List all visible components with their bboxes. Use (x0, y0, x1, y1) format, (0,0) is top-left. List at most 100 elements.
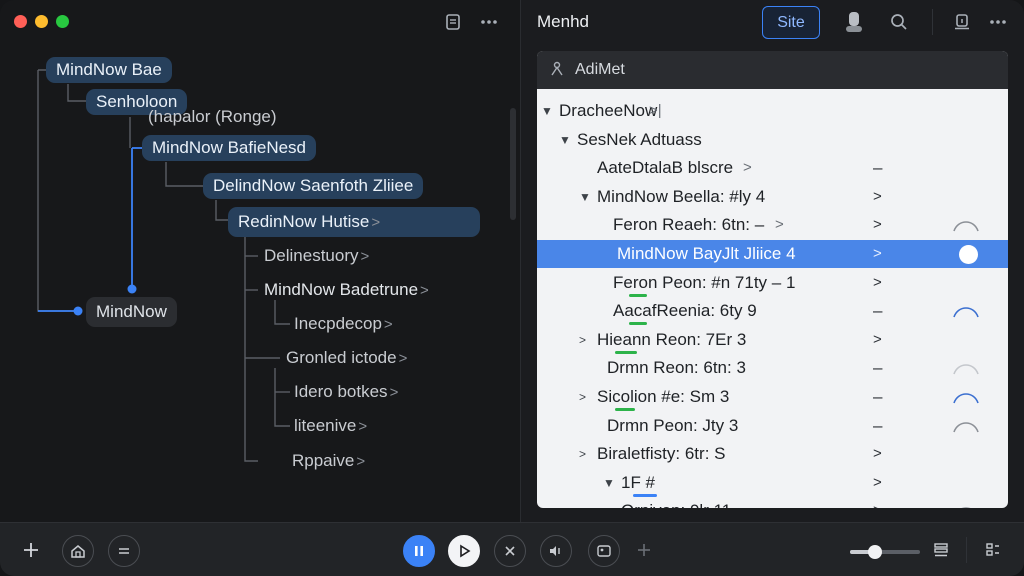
outline-panel: AdiMet ▼ DracheeNow >| ▼ SesNek Adtuass AateD… (537, 51, 1008, 508)
home-icon[interactable] (62, 535, 94, 567)
tree-node[interactable]: DelindNow Saenfoth Zliiee (203, 173, 424, 199)
tree-node[interactable]: Idero botkes > (290, 379, 402, 405)
volume-icon[interactable] (540, 535, 572, 567)
outline-row-label: DracheeNow (559, 101, 658, 120)
disclosure-right-icon[interactable]: > (579, 326, 586, 354)
outline-row[interactable]: ▼ SesNek Adtuass (537, 126, 1008, 154)
zoom-slider[interactable] (850, 545, 920, 559)
tree-node-note: (hapalor (Ronge) (148, 107, 277, 126)
disclosure-down-icon[interactable]: ▼ (579, 183, 591, 211)
grid-icon[interactable] (978, 535, 1008, 565)
outline-row[interactable]: > Hieann Reon: 7Er 3 > (537, 326, 1008, 354)
tree-node-selected[interactable]: RedinNow Hutise > (228, 207, 480, 237)
outline-row[interactable]: ▼ MindNow Beella: #ly 4 > (537, 183, 1008, 211)
outline-row[interactable]: Feron Reaeh: 6tn: – > > (537, 211, 1008, 239)
add-icon[interactable] (16, 535, 46, 565)
more-options-icon[interactable] (478, 11, 500, 33)
layers-icon[interactable] (926, 535, 956, 565)
mindmap-pane: MindNow Bae Senholoon (hapalor (Ronge) M… (0, 0, 520, 522)
outline-row-label: Drmn Reon: 6tn: 3 (607, 358, 746, 378)
pause-icon[interactable] (403, 535, 435, 567)
tree-node-root[interactable]: MindNow Bae (46, 57, 172, 83)
tree-node-leaf[interactable]: MindNow (86, 297, 177, 327)
disclosure-right-icon[interactable]: > (579, 383, 586, 411)
chevron-right-icon[interactable]: > (873, 440, 882, 468)
tree-node[interactable]: Delinestuory > (260, 243, 373, 269)
disclosure-down-icon[interactable]: ▼ (559, 126, 571, 154)
image-icon[interactable] (588, 535, 620, 567)
selection-indicator[interactable] (959, 245, 978, 264)
chevron-right-icon[interactable]: > (873, 240, 882, 268)
trend-icon (953, 393, 979, 404)
tree-node[interactable]: Inecpdecop > (290, 311, 397, 337)
zoom-window-button[interactable] (56, 15, 69, 28)
avatar-icon[interactable] (843, 11, 865, 33)
zoom-slider-knob[interactable] (868, 545, 883, 559)
search-icon[interactable] (888, 11, 910, 33)
status-underline-green (615, 350, 637, 354)
outline-row[interactable]: ▼ 1F # > (537, 469, 1008, 497)
outline-row-selected[interactable]: MindNow BayJlt Jliice 4 > (537, 240, 1008, 268)
outline-row[interactable]: Feron Peon: #n 71ty – 1 > (537, 269, 1008, 297)
chevron-right-icon: > (398, 350, 408, 367)
more-options-icon[interactable] (987, 11, 1009, 33)
outline-row[interactable]: AacafReenia: 6ty 9 – (537, 297, 1008, 325)
pane-title: Menhd (537, 12, 589, 31)
chevron-right-icon: > (775, 216, 784, 234)
chevron-right-icon[interactable]: > (873, 326, 882, 354)
toolbar-separator (966, 537, 967, 563)
chevron-right-icon[interactable]: > (873, 497, 882, 508)
panel-title: AdiMet (575, 61, 625, 78)
tree-node[interactable]: MindNow Badetrune > (260, 277, 433, 303)
disclosure-down-icon[interactable]: ▼ (603, 469, 615, 497)
chevron-right-icon[interactable]: > (873, 183, 882, 211)
site-button[interactable]: Site (762, 6, 820, 39)
disclosure-right-icon[interactable]: > (579, 440, 586, 468)
outline-row-label: Sicolion #e: Sm 3 (597, 387, 730, 406)
add-icon[interactable] (629, 535, 659, 565)
document-icon[interactable] (442, 11, 464, 33)
dash-marker: – (873, 301, 883, 321)
bottom-toolbar (0, 522, 1024, 576)
chevron-right-icon[interactable]: > (873, 269, 882, 297)
outline-row-label: Feron Reaeh: 6tn: – (613, 215, 765, 235)
tree-node[interactable]: liteenive > (290, 413, 371, 439)
list-icon[interactable] (108, 535, 140, 567)
outline-row[interactable]: ▼ DracheeNow >| (537, 97, 1008, 125)
outline-row-label: 1F # (621, 472, 656, 492)
tree-node[interactable]: Rppaive > (288, 448, 369, 474)
outline-row[interactable]: Drmn Peon: Jty 3 – (537, 412, 1008, 440)
status-underline-blue (633, 493, 657, 497)
disclosure-down-icon[interactable]: ▼ (541, 97, 553, 125)
export-icon[interactable] (951, 11, 973, 33)
dash-marker: – (873, 158, 883, 178)
play-icon[interactable] (448, 535, 480, 567)
tree-node[interactable]: Gronled ictode > (282, 345, 411, 371)
tree-scrollbar[interactable] (510, 108, 516, 220)
outline-row[interactable]: Ornivep: 9lr 11 > (537, 497, 1008, 508)
status-underline-green (629, 293, 647, 297)
outline-row[interactable]: Drmn Reon: 6tn: 3 – (537, 354, 1008, 382)
toolbar-separator (932, 9, 933, 35)
tree-node[interactable]: MindNow BafieNesd (142, 135, 317, 161)
outline-row-label: Feron Peon: #n 71ty – 1 (613, 272, 796, 292)
outline-row[interactable]: AateDtalaB blscre > – (537, 154, 1008, 182)
outline-row-label: Ornivep: 9lr 11 (621, 497, 731, 508)
minimize-window-button[interactable] (35, 15, 48, 28)
chevron-right-icon: > (743, 159, 752, 177)
outline-row-label: AacafReenia: 6ty 9 (613, 301, 757, 321)
chevron-right-icon[interactable]: > (873, 469, 882, 497)
chevron-right-icon: > (389, 384, 399, 401)
chevron-right-icon: > (371, 214, 381, 231)
outline-row[interactable]: > Biraletfisty: 6tr: S > (537, 440, 1008, 468)
chevron-right-icon: > (383, 316, 393, 333)
chevron-right-icon[interactable]: > (873, 211, 882, 239)
outline-row-label: AateDtalaB blscre (597, 158, 734, 178)
dash-marker: – (873, 387, 883, 406)
close-window-button[interactable] (14, 15, 27, 28)
dash-marker: – (873, 358, 883, 378)
chevron-right-icon: >| (649, 102, 662, 119)
outline-row[interactable]: > Sicolion #e: Sm 3 – (537, 383, 1008, 411)
close-icon[interactable] (494, 535, 526, 567)
trend-icon (953, 221, 979, 232)
